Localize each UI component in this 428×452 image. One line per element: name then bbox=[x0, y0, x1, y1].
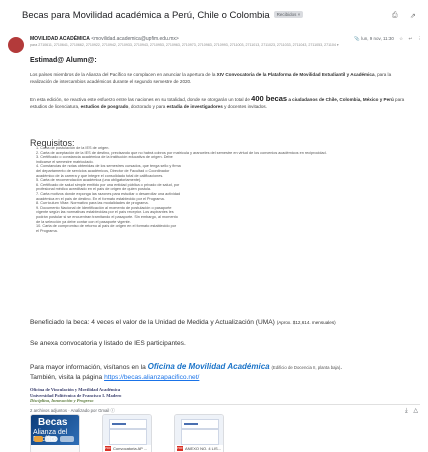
document-thumbnail bbox=[103, 415, 151, 445]
annex-line: Se anexa convocatoria y listado de IES p… bbox=[30, 340, 186, 347]
attachment-card[interactable]: PDF Convocatoria AP ... bbox=[102, 414, 152, 452]
download-icon[interactable]: ⤓ bbox=[405, 408, 408, 414]
office-name: Oficina de Movilidad Académica bbox=[147, 362, 270, 371]
becas-link[interactable]: https://becas.alianzapacifico.net/ bbox=[104, 374, 199, 381]
email-subject: Becas para Movilidad académica a Perú, C… bbox=[22, 10, 304, 21]
requirement-item: el Programa. bbox=[36, 228, 58, 233]
attachment-icon: 📎 bbox=[354, 36, 360, 41]
attachment-card[interactable]: Becas Alianza del Pacífico bbox=[30, 414, 80, 452]
reply-icon[interactable]: ↩ bbox=[408, 36, 412, 41]
message-date: lun, 9 nov, 11:30 bbox=[361, 36, 394, 41]
intro-paragraph: Los países miembros de la Alianza del Pa… bbox=[30, 72, 392, 84]
pdf-icon: PDF bbox=[105, 446, 111, 452]
greeting: Estimad@ Alumn@: bbox=[30, 57, 97, 64]
sender-line: MOVILIDAD ACADÉMICA <movilidad.academica… bbox=[30, 36, 179, 42]
header-actions: ⎙ ⇗ bbox=[392, 12, 422, 20]
attachments-divider bbox=[30, 404, 420, 405]
sender-email: <movilidad.academica@upfim.edu.mx> bbox=[91, 36, 179, 42]
sender-avatar bbox=[8, 37, 24, 53]
document-thumbnail bbox=[175, 415, 223, 445]
message-meta: 📎 lun, 9 nov, 11:30 ☆ ↩ ⋮ bbox=[354, 36, 422, 42]
becas-thumbnail: Becas Alianza del Pacífico bbox=[31, 415, 79, 445]
print-icon[interactable]: ⎙ bbox=[392, 12, 398, 20]
open-new-window-icon[interactable]: ⇗ bbox=[410, 12, 416, 20]
sender-name: MOVILIDAD ACADÉMICA bbox=[30, 36, 90, 42]
more-icon[interactable]: ⋮ bbox=[418, 36, 423, 41]
attachments-actions: ⤓ △ bbox=[405, 407, 418, 415]
scholarships-paragraph: En esta edición, se reactiva este esfuer… bbox=[30, 94, 405, 109]
signature: Oficina de Vinculación y Movilidad Acadé… bbox=[30, 387, 122, 404]
email-view: Becas para Movilidad académica a Perú, C… bbox=[0, 0, 428, 452]
drive-icon[interactable]: △ bbox=[413, 408, 418, 414]
more-info-paragraph: Para mayor información, visítanos en la … bbox=[30, 362, 343, 381]
requirements-list: 1. Carta de postulación de la IES de ori… bbox=[36, 146, 356, 233]
recipients-line[interactable]: para 2710611, 2710641, 2710662, 2710922,… bbox=[30, 43, 360, 47]
inbox-label-chip[interactable]: Recibidos × bbox=[273, 11, 304, 18]
benefit-line: Beneficiado la beca: 4 veces el valor de… bbox=[30, 319, 336, 326]
attachment-card[interactable]: PDF ANEXO NO. 4 LIS... bbox=[174, 414, 224, 452]
pdf-icon: PDF bbox=[177, 446, 183, 452]
star-icon[interactable]: ☆ bbox=[399, 36, 403, 41]
